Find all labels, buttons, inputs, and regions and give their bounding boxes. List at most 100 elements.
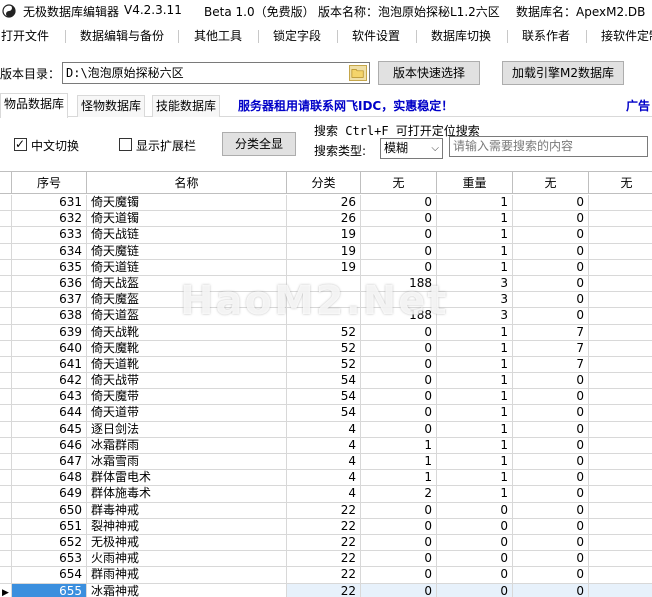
row-indicator[interactable]: [0, 551, 12, 567]
cell-id[interactable]: 645: [12, 421, 87, 437]
cell-none-1[interactable]: 188: [361, 308, 437, 324]
cell-weight[interactable]: 1: [437, 356, 513, 373]
table-row[interactable]: 645 逐日剑法 4 0 1 0: [0, 421, 652, 438]
cell-none-2[interactable]: 0: [513, 211, 589, 227]
cell-none-2[interactable]: 7: [513, 356, 589, 373]
cell-none-3[interactable]: [589, 276, 652, 291]
cell-id[interactable]: 651: [12, 518, 87, 534]
cell-weight[interactable]: 1: [437, 340, 513, 356]
cell-category[interactable]: 19: [287, 243, 361, 259]
cell-none-1[interactable]: 0: [361, 340, 437, 356]
row-indicator[interactable]: [0, 243, 12, 259]
cell-category[interactable]: 22: [287, 518, 361, 534]
cell-none-1[interactable]: 0: [361, 534, 437, 551]
cell-weight[interactable]: 1: [437, 389, 513, 405]
menu-software-settings[interactable]: 软件设置: [352, 24, 400, 48]
cell-category[interactable]: [287, 308, 361, 324]
cell-none-1[interactable]: 2: [361, 486, 437, 502]
row-indicator[interactable]: [0, 211, 12, 227]
cell-weight[interactable]: 0: [437, 551, 513, 567]
cell-none-2[interactable]: 0: [513, 275, 589, 292]
row-indicator[interactable]: [0, 275, 12, 292]
cell-name[interactable]: 倚天魔链: [87, 243, 287, 259]
cell-name[interactable]: 无极神戒: [87, 534, 287, 551]
cell-weight[interactable]: 1: [437, 373, 513, 389]
version-quick-select-button[interactable]: 版本快速选择: [378, 61, 480, 85]
cell-name[interactable]: 倚天战链: [87, 227, 287, 243]
cell-weight[interactable]: 1: [437, 227, 513, 243]
row-indicator[interactable]: [0, 195, 12, 211]
cell-none-1[interactable]: 0: [361, 405, 437, 421]
cell-none-2[interactable]: 0: [513, 518, 589, 534]
cell-none-3[interactable]: [589, 551, 652, 566]
cell-name[interactable]: 倚天道镯: [87, 211, 287, 227]
cell-name[interactable]: 火雨神戒: [87, 551, 287, 567]
cell-category[interactable]: 26: [287, 195, 361, 211]
table-row[interactable]: 634 倚天魔链 19 0 1 0: [0, 243, 652, 260]
cell-none-3[interactable]: [589, 583, 652, 597]
column-header-category[interactable]: 分类: [287, 172, 361, 194]
browse-folder-icon[interactable]: [349, 65, 367, 81]
cell-weight[interactable]: 1: [437, 454, 513, 470]
column-header-weight[interactable]: 重量: [437, 172, 513, 194]
cell-none-3[interactable]: [589, 373, 652, 388]
cell-name[interactable]: 倚天道靴: [87, 356, 287, 373]
cell-none-1[interactable]: 0: [361, 373, 437, 389]
cell-none-2[interactable]: 0: [513, 259, 589, 275]
cell-name[interactable]: 倚天战带: [87, 373, 287, 389]
cell-id[interactable]: 643: [12, 389, 87, 405]
cell-id[interactable]: 654: [12, 567, 87, 583]
table-row[interactable]: 635 倚天道链 19 0 1 0: [0, 259, 652, 276]
menu-custom-software[interactable]: 接软件定制: [601, 24, 652, 48]
row-indicator[interactable]: [0, 373, 12, 389]
table-row[interactable]: 646 冰霜群雨 4 1 1 0: [0, 437, 652, 454]
row-indicator[interactable]: [0, 486, 12, 502]
row-indicator[interactable]: [0, 405, 12, 421]
cell-none-1[interactable]: 0: [361, 421, 437, 437]
cell-category[interactable]: 52: [287, 340, 361, 356]
cell-none-1[interactable]: 0: [361, 583, 437, 597]
cell-none-3[interactable]: [589, 195, 652, 210]
cell-none-3[interactable]: [589, 438, 652, 453]
cell-category[interactable]: 22: [287, 551, 361, 567]
cell-none-2[interactable]: 0: [513, 421, 589, 437]
table-row[interactable]: 647 冰霜雪雨 4 1 1 0: [0, 454, 652, 471]
cell-id[interactable]: 633: [12, 227, 87, 243]
table-row[interactable]: 641 倚天道靴 52 0 1 7: [0, 356, 652, 374]
cell-none-1[interactable]: 0: [361, 195, 437, 211]
cell-weight[interactable]: 1: [437, 259, 513, 275]
cell-id[interactable]: 644: [12, 405, 87, 421]
cell-id[interactable]: 650: [12, 502, 87, 518]
row-indicator[interactable]: [0, 308, 12, 324]
cell-name[interactable]: 倚天魔靴: [87, 340, 287, 356]
menu-database-switch[interactable]: 数据库切换: [431, 24, 491, 48]
cell-none-1[interactable]: 0: [361, 502, 437, 518]
cell-id[interactable]: 631: [12, 195, 87, 211]
cell-none-2[interactable]: 0: [513, 551, 589, 567]
column-header-id[interactable]: 序号: [12, 172, 87, 194]
cell-category[interactable]: 22: [287, 583, 361, 597]
cell-none-1[interactable]: 0: [361, 211, 437, 227]
cell-none-3[interactable]: [589, 244, 652, 259]
table-row[interactable]: 633 倚天战链 19 0 1 0: [0, 227, 652, 244]
cell-none-3[interactable]: [589, 519, 652, 534]
cell-none-2[interactable]: 0: [513, 195, 589, 211]
cell-category[interactable]: 22: [287, 502, 361, 518]
cell-none-1[interactable]: 0: [361, 259, 437, 275]
table-row[interactable]: 654 群雨神戒 22 0 0 0: [0, 567, 652, 584]
column-header-none-1[interactable]: 无: [361, 172, 437, 194]
cell-category[interactable]: 54: [287, 405, 361, 421]
cell-id[interactable]: 640: [12, 340, 87, 356]
cell-id[interactable]: 639: [12, 324, 87, 340]
cell-none-3[interactable]: [589, 389, 652, 404]
cell-none-3[interactable]: [589, 454, 652, 469]
cell-category[interactable]: [287, 275, 361, 292]
row-indicator[interactable]: [0, 340, 12, 356]
table-row[interactable]: 652 无极神戒 22 0 0 0: [0, 534, 652, 552]
cell-none-2[interactable]: 0: [513, 437, 589, 453]
cell-category[interactable]: 52: [287, 356, 361, 373]
cell-category[interactable]: 4: [287, 454, 361, 470]
cell-name[interactable]: 倚天道带: [87, 405, 287, 421]
cell-weight[interactable]: 1: [437, 195, 513, 211]
tab-skills-database[interactable]: 技能数据库: [152, 95, 221, 117]
